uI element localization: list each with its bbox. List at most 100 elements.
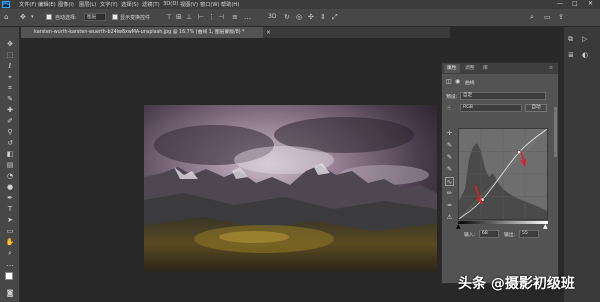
align-middle-icon[interactable]: ⊞ [176,13,182,21]
black-point-slider-icon[interactable]: ▲ [456,223,461,230]
curve-draw-icon[interactable]: ∿ [445,177,454,186]
close-window-button[interactable]: ✕ [588,0,593,7]
align-center-icon[interactable]: ⋮ [208,13,215,21]
quick-select-icon[interactable]: ⌖ [4,73,16,82]
curve-graph[interactable] [458,128,548,220]
3d-scale-icon[interactable]: ⤢ [332,13,338,21]
marquee-icon[interactable]: ⬚ [4,51,16,60]
dodge-icon[interactable]: ● [4,183,16,192]
menu-select[interactable]: 选择(S) [121,1,139,8]
healing-brush-icon[interactable]: ✚ [4,106,16,115]
more-options-icon[interactable]: … [244,13,251,21]
shape-icon[interactable]: ▭ [4,227,16,236]
document-tab[interactable]: karsten-wurth-karsten-wuerth-b24lw8xwMA-… [21,27,263,38]
actions-panel-icon[interactable]: ▷ [582,35,587,43]
menu-3d[interactable]: 3D(D) [163,1,178,7]
3d-rotate-icon[interactable]: ↻ [284,13,290,21]
minimize-button[interactable]: — [557,0,563,7]
white-point-slider-icon[interactable]: ▲ [543,223,548,230]
3d-drag-icon[interactable]: ✣ [308,13,314,21]
menu-view[interactable]: 视图(V) [180,1,198,8]
eraser-icon[interactable]: ◧ [4,150,16,159]
maximize-button[interactable]: □ [572,0,578,7]
clone-stamp-icon[interactable]: ⚲ [4,128,16,137]
crop-icon[interactable]: ⌗ [4,84,16,93]
photo-canvas[interactable] [144,105,437,272]
foreground-color-swatch[interactable] [5,272,13,280]
move-tool-icon[interactable]: ✥ [20,13,26,21]
mountain-landscape-image [144,105,437,272]
sample-black-icon[interactable]: ✎ [445,141,454,150]
sample-gray-icon[interactable]: ✎ [445,153,454,162]
path-select-icon[interactable]: ➤ [4,216,16,225]
menu-window[interactable]: 窗口(W) [200,1,220,8]
workspace-icon[interactable]: ▭ [544,13,551,21]
menu-type[interactable]: 文字(Y) [100,1,118,8]
input-label: 输入: [464,233,476,238]
search-icon[interactable]: ⌕ [530,13,534,21]
blur-icon[interactable]: ◔ [4,172,16,181]
layer-mask-icon[interactable]: ◉ [455,78,460,85]
brush-icon[interactable]: ✐ [4,117,16,126]
input-field[interactable]: 68 [479,230,499,238]
align-bottom-icon[interactable]: ⊥ [186,13,192,21]
pencil-draw-icon[interactable]: ✏ [445,189,454,198]
align-right-icon[interactable]: ⊣ [218,13,224,21]
gradient-icon[interactable]: ▤ [4,161,16,170]
curves-adjustment-icon: ◫ [446,78,452,85]
move-icon[interactable]: ✥ [4,40,16,49]
curve-svg [458,128,548,220]
preset-dropdown[interactable]: 自定 [460,92,546,100]
eyedropper-icon[interactable]: ✎ [4,95,16,104]
history-panel-icon[interactable]: ⧉ [568,35,573,43]
home-icon[interactable]: ⌂ [4,13,8,21]
panel-menu-icon[interactable]: ≡ [546,64,556,73]
curve-control-point[interactable] [517,150,521,154]
menu-file[interactable]: 文件(F) [19,1,36,8]
menu-bar: Ps 文件(F) 编辑(E) 图像(I) 图层(L) 文字(Y) 选择(S) 滤… [0,0,600,9]
align-left-icon[interactable]: ⊢ [198,13,204,21]
history-brush-icon[interactable]: ↺ [4,139,16,148]
3d-mode-label-icon: 3D [268,13,277,20]
clipping-warning-icon[interactable]: ⚠ [445,213,454,222]
channel-dropdown[interactable]: RGB [460,104,522,112]
hand-icon[interactable]: ✋ [4,238,16,247]
auto-select-dropdown[interactable]: 图层 [84,13,106,21]
sample-white-icon[interactable]: ✎ [445,165,454,174]
zoom-icon[interactable]: ⌕ [4,249,16,258]
layers-panel-icon[interactable]: ≣ [568,51,574,59]
quick-mask-icon[interactable]: ◙ [4,289,16,298]
align-top-icon[interactable]: ⊤ [166,13,172,21]
share-icon[interactable]: ⇪ [558,13,564,21]
properties-panel: 属性 调整 库 ≡ ◫ ◉ 曲线 预设: 自定 ☝ RGB 自动 ✛ ✎ ✎ ✎… [441,62,559,284]
target-adjust-icon[interactable]: ☝ [447,105,451,112]
lasso-icon[interactable]: ℓ [4,62,16,71]
type-icon[interactable]: T [4,205,16,214]
tab-libraries[interactable]: 库 [480,64,491,73]
distribute-icon[interactable]: ≡ [232,13,238,21]
properties-tab-bar: 属性 调整 库 ≡ [442,63,558,74]
channels-panel-icon[interactable]: ◐ [582,51,588,59]
properties-header-label: 曲线 [465,81,475,86]
auto-select-checkbox[interactable] [46,14,52,20]
output-field[interactable]: 55 [519,230,539,238]
menu-edit[interactable]: 编辑(E) [38,1,56,8]
tab-adjustments[interactable]: 调整 [462,64,478,73]
chevron-down-icon[interactable]: ▾ [31,13,34,21]
menu-layer[interactable]: 图层(L) [79,1,96,8]
pen-icon[interactable]: ✒ [4,194,16,203]
tab-properties[interactable]: 属性 [444,64,460,73]
menu-image[interactable]: 图像(I) [58,1,74,8]
document-title: karsten-wurth-karsten-wuerth-b24lw8xwMA-… [34,30,245,35]
edit-points-icon[interactable]: ✛ [445,129,454,138]
menu-filter[interactable]: 滤镜(T) [142,1,160,8]
more-tools-icon[interactable]: … [4,260,16,269]
panel-scrollbar[interactable] [554,107,557,157]
auto-button[interactable]: 自动 [525,104,547,112]
menu-help[interactable]: 帮助(H) [221,1,239,8]
3d-slide-icon[interactable]: ⇕ [320,13,326,21]
close-tab-icon[interactable]: × [266,29,271,36]
smooth-icon[interactable]: ≈ [445,201,454,210]
show-transform-checkbox[interactable] [112,14,118,20]
3d-roll-icon[interactable]: ◎ [296,13,302,21]
